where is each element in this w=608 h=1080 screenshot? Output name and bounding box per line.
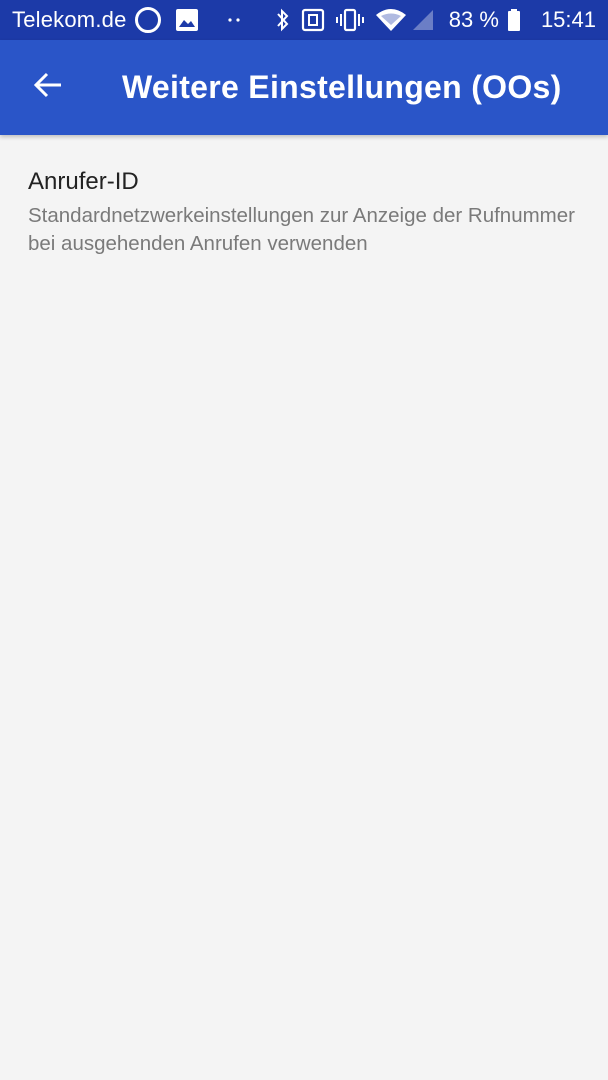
carrier-name: Telekom.de — [12, 7, 127, 32]
back-button[interactable] — [0, 40, 96, 135]
app-bar: Weitere Einstellungen (OOs) — [0, 40, 608, 135]
clock: 15:41 — [540, 7, 596, 32]
preference-title: Anrufer-ID — [28, 168, 139, 195]
caller-id-preference[interactable]: Anrufer-ID Standardnetzwerkeinstellungen… — [0, 135, 608, 278]
preference-summary: Standardnetzwerkeinstellungen zur Anzeig… — [28, 204, 575, 255]
page-title: Weitere Einstellungen (OOs) — [122, 69, 562, 105]
alexa-ring-icon — [133, 0, 163, 40]
wifi-icon — [375, 0, 407, 40]
settings-list: Anrufer-ID Standardnetzwerkeinstellungen… — [0, 135, 608, 1080]
status-bar: Telekom.de 83 % 15:41 — [0, 0, 608, 40]
arrow-left-icon — [33, 70, 63, 105]
bluetooth-icon — [275, 0, 291, 40]
dots-icon — [227, 0, 243, 40]
battery-percentage: 83 % — [448, 7, 499, 32]
image-icon — [175, 0, 199, 40]
signal-icon — [411, 0, 435, 40]
battery-icon — [507, 0, 521, 40]
nfc-icon — [301, 0, 325, 40]
vibrate-icon — [335, 0, 365, 40]
